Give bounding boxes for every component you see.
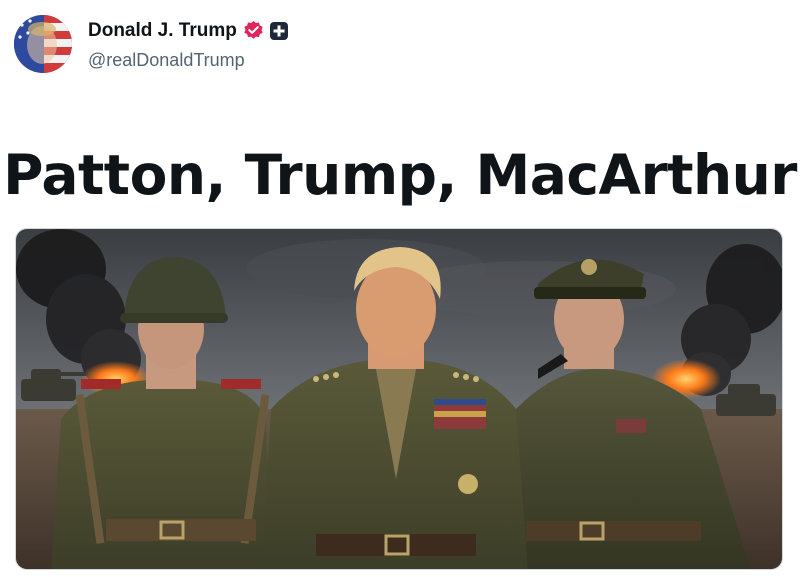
- post-header: Donald J. Trump @realDonaldTrump: [14, 14, 289, 74]
- flag-portrait-avatar-icon: [14, 15, 72, 73]
- display-name[interactable]: Donald J. Trump: [88, 20, 237, 42]
- post-text: Patton, Trump, MacArthur: [3, 143, 797, 207]
- post-image[interactable]: [15, 228, 783, 570]
- handle[interactable]: @realDonaldTrump: [88, 50, 289, 71]
- post-image-illustration: [16, 229, 782, 569]
- verified-badge-icon: [243, 20, 264, 41]
- plus-square-icon: [269, 21, 289, 41]
- avatar[interactable]: [14, 15, 72, 73]
